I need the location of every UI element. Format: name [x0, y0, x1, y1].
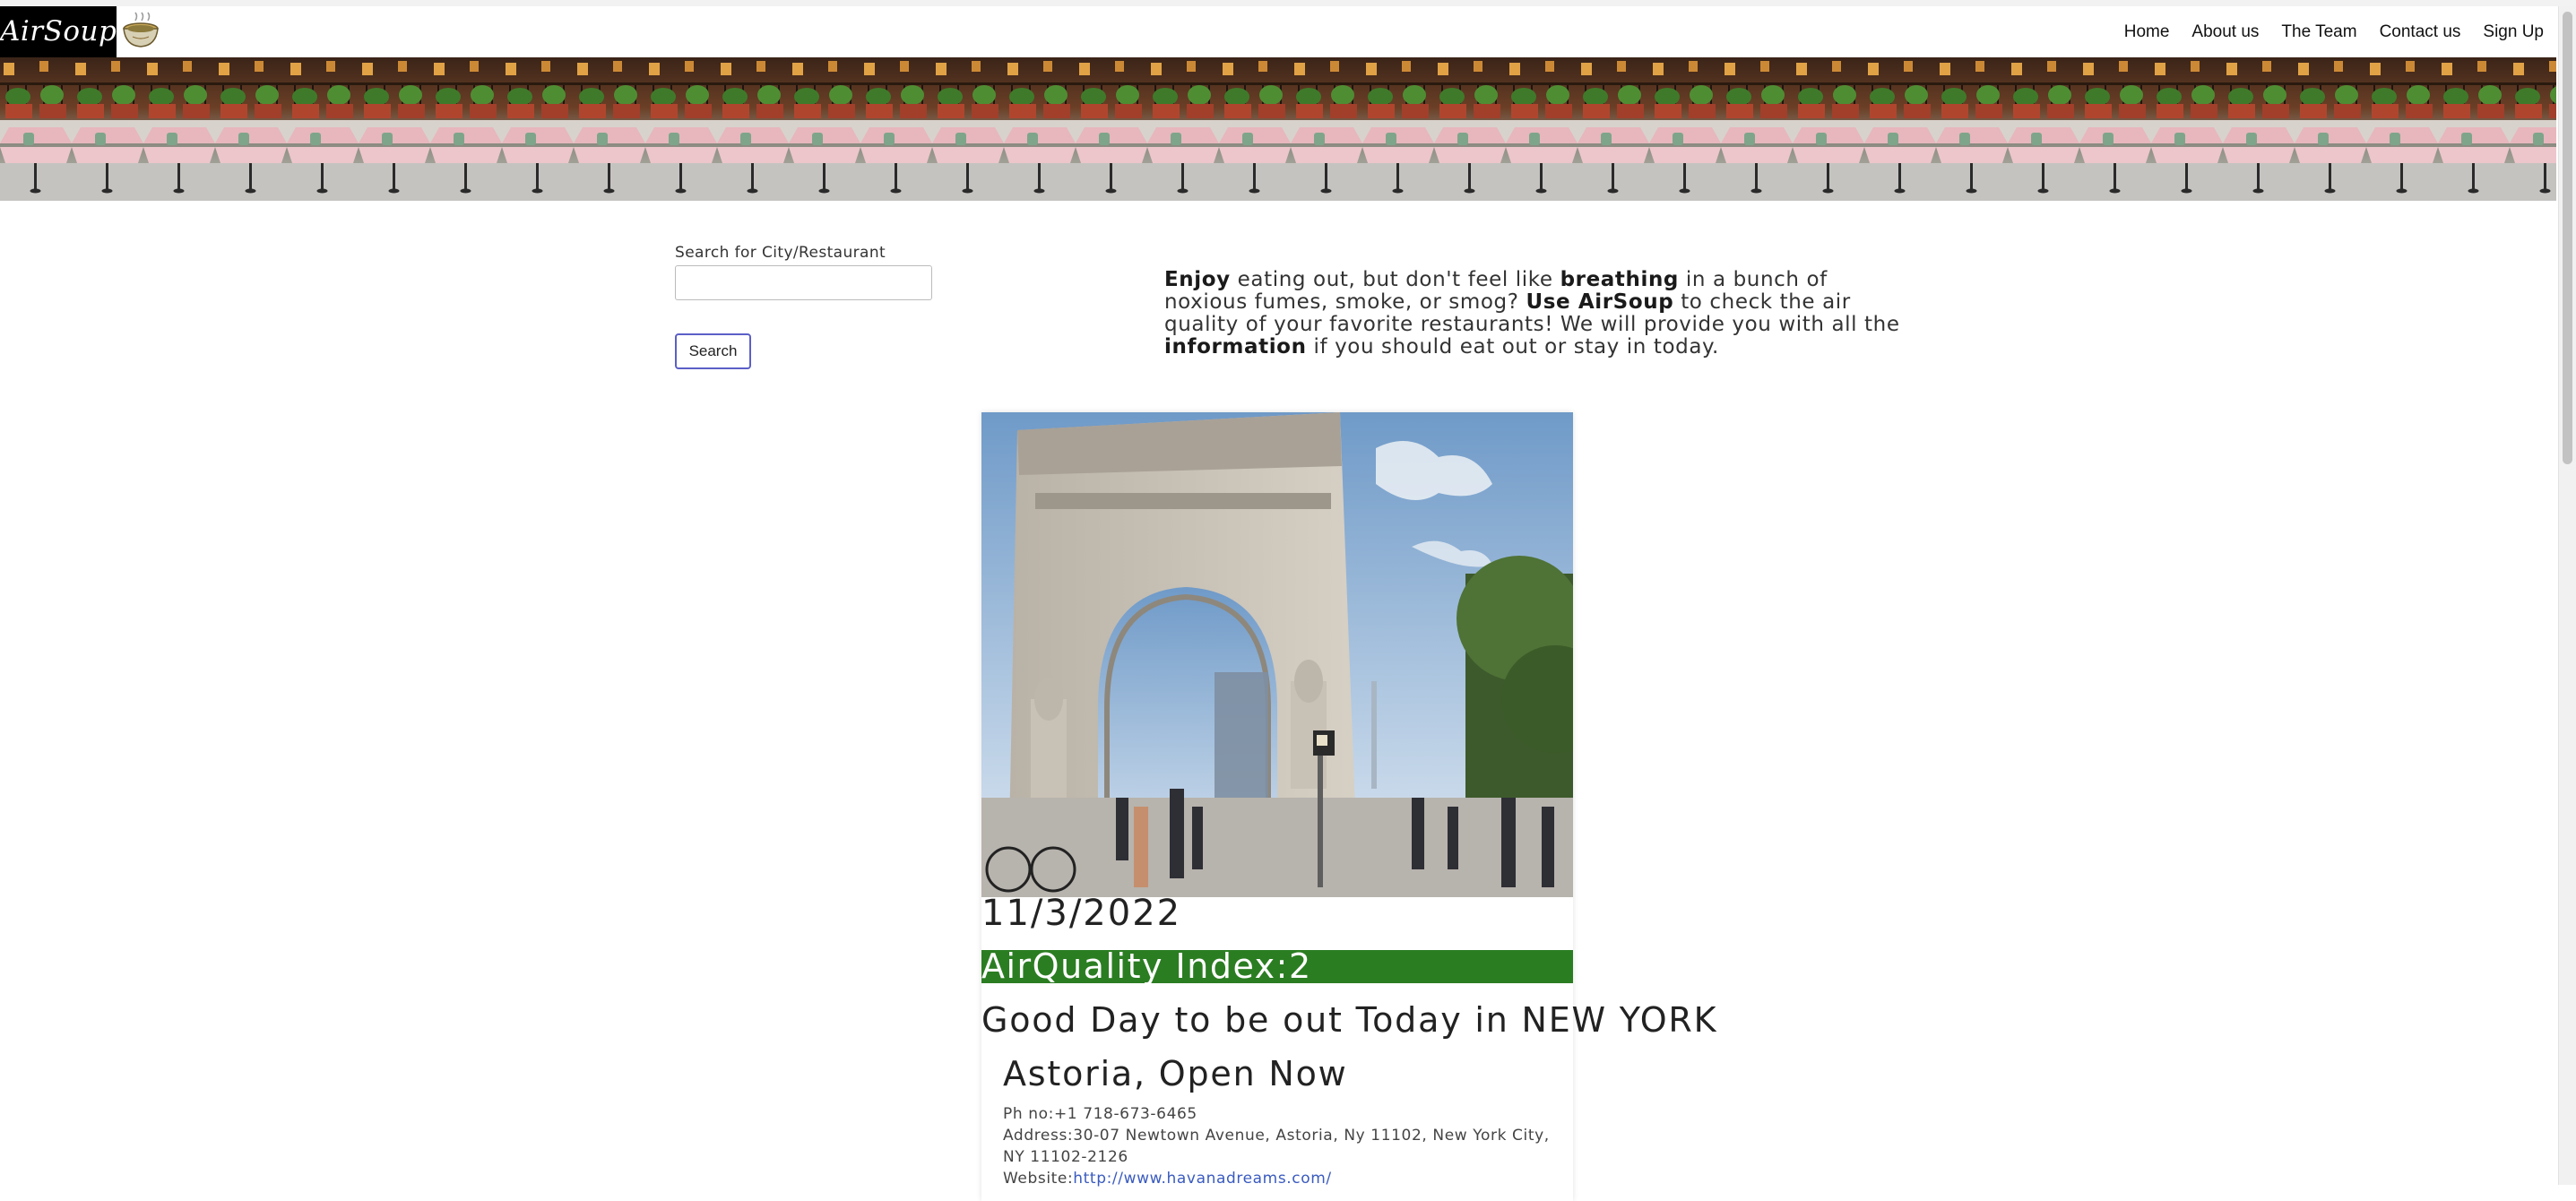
intro-text-part: eating out, but don't feel like: [1230, 268, 1560, 291]
air-quality-status: Good Day to be out Today in NEW YORK: [981, 1000, 1718, 1040]
page-scrollbar[interactable]: [2558, 6, 2576, 1185]
restaurant-phone: Ph no:+1 718-673-6465: [1003, 1103, 1550, 1125]
website-label: Website:: [1003, 1170, 1074, 1188]
scrollbar-thumb[interactable]: [2563, 12, 2572, 464]
nav-home[interactable]: Home: [2124, 22, 2170, 42]
navbar: AirSoup. Home About us The Team Contact …: [0, 6, 2558, 57]
city-photo: [981, 412, 1573, 897]
intro-bold-use-airsoup: Use AirSoup: [1526, 290, 1674, 314]
restaurant-name: Astoria, Open Now: [1003, 1054, 1348, 1093]
search-label: Search for City/Restaurant: [675, 244, 886, 262]
airsoup-logo[interactable]: AirSoup.: [0, 6, 125, 57]
restaurant-banner-image: [0, 57, 2556, 201]
nav-sign-up[interactable]: Sign Up: [2483, 22, 2544, 42]
intro-bold-enjoy: Enjoy: [1164, 268, 1231, 291]
intro-text: Enjoy eating out, but don't feel like br…: [1164, 269, 1917, 359]
restaurant-address: Address:30-07 Newtown Avenue, Astoria, N…: [1003, 1125, 1550, 1168]
top-border: [0, 0, 2576, 6]
nav-about-us[interactable]: About us: [2191, 22, 2259, 42]
address-value: 30-07 Newtown Avenue, Astoria, Ny 11102,…: [1003, 1127, 1550, 1166]
nav-the-team[interactable]: The Team: [2281, 22, 2356, 42]
air-quality-index-badge: AirQuality Index:2: [981, 949, 1573, 983]
address-label: Address:: [1003, 1127, 1074, 1145]
intro-text-part: if you should eat out or stay in today.: [1306, 335, 1719, 359]
phone-value: +1 718-673-6465: [1053, 1105, 1197, 1123]
nav-contact-us[interactable]: Contact us: [2380, 22, 2461, 42]
report-date: 11/3/2022: [981, 893, 1182, 934]
intro-bold-breathing: breathing: [1560, 268, 1679, 291]
search-input[interactable]: [675, 265, 932, 300]
phone-label: Ph no:: [1003, 1105, 1054, 1123]
restaurant-website: Website:http://www.havanadreams.com/: [1003, 1168, 1550, 1189]
soup-bowl-icon: [123, 12, 159, 48]
main-nav: Home About us The Team Contact us Sign U…: [2102, 6, 2544, 57]
intro-bold-information: information: [1164, 335, 1307, 359]
website-link[interactable]: http://www.havanadreams.com/: [1073, 1170, 1331, 1188]
search-button[interactable]: Search: [675, 333, 751, 369]
air-quality-card: 11/3/2022 AirQuality Index:2 Good Day to…: [981, 412, 1718, 1201]
